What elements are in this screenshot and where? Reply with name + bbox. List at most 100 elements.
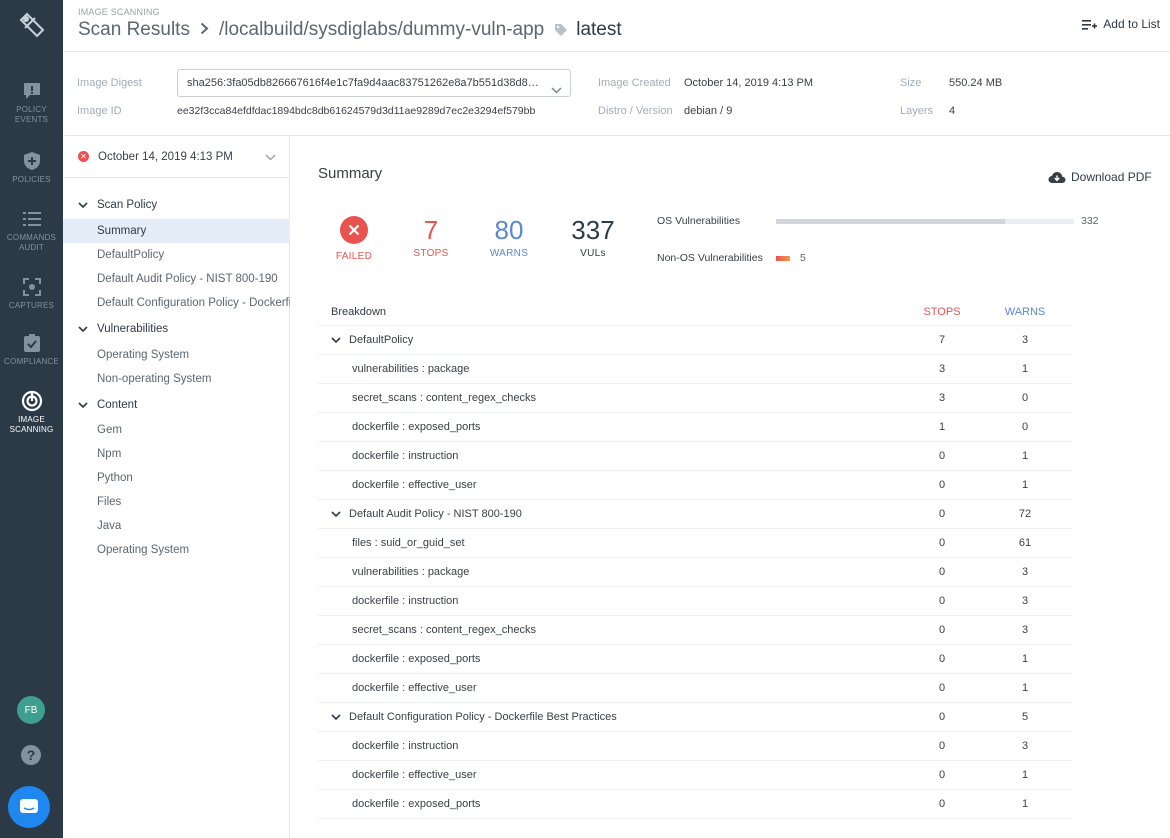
stops-cell: 0 [938,479,946,491]
stops-cell: 0 [938,682,946,694]
tree-item-config-policy[interactable]: Default Configuration Policy - Dockerfil… [63,291,290,315]
distro-version-value: debian / 9 [684,105,733,117]
vuls-label: VULs [580,248,606,259]
nav-policies[interactable]: POLICIES [0,150,63,185]
download-pdf-label: Download PDF [1071,170,1152,184]
stops-cell: 0 [938,537,946,549]
tree-group-scan-policy[interactable]: Scan Policy [63,194,290,216]
policy-group-name: Default Configuration Policy - Dockerfil… [331,711,617,723]
tag-icon [554,23,568,37]
warns-cell: 1 [1021,798,1029,810]
chat-icon[interactable] [8,786,50,828]
chevron-down-icon [78,401,88,409]
tree-item-gem[interactable]: Gem [63,418,290,442]
image-digest-select[interactable]: sha256:3fa05db826667616f4e1c7fa9d4aac837… [177,69,571,97]
tree-item-java[interactable]: Java [63,514,290,538]
sysdig-logo-icon[interactable] [0,0,63,50]
rule-name: secret_scans : content_regex_checks [352,392,537,404]
table-row: dockerfile : instruction 0 1 [318,442,1073,471]
stops-cell: 0 [938,508,946,520]
nav-captures[interactable]: CAPTURES [0,276,63,311]
warns-cell: 3 [1021,566,1029,578]
breadcrumb-scan-results[interactable]: Scan Results [78,19,190,41]
chevron-down-icon [331,336,341,344]
cloud-download-icon [1048,171,1066,183]
tree-item-files[interactable]: Files [63,490,290,514]
failed-x-icon [340,216,368,244]
policy-group-label: DefaultPolicy [349,334,414,346]
scan-status: FAILED [329,216,379,262]
stops-count: 7 [423,215,439,245]
breakdown-column-name: Breakdown [331,305,387,318]
image-scanning-icon [21,390,43,412]
table-row: vulnerabilities : package 0 3 [318,558,1073,587]
image-metadata: Image Digest sha256:3fa05db826667616f4e1… [63,52,1170,136]
warns-cell: 1 [1021,682,1029,694]
table-row: dockerfile : exposed_ports 0 1 [318,645,1073,674]
warns-cell: 3 [1021,740,1029,752]
nav-label: POLICY EVENTS [14,105,49,124]
tree-group-label: Content [97,399,138,411]
stops-cell: 0 [938,740,946,752]
image-digest-value: sha256:3fa05db826667616f4e1c7fa9d4aac837… [187,77,550,89]
rule-name: dockerfile : instruction [352,595,459,607]
avatar[interactable]: FB [17,696,45,724]
os-vulnerabilities-label: OS Vulnerabilities [657,215,741,227]
layers-value: 4 [949,105,956,117]
add-to-list-icon [1082,19,1098,30]
warns-count: 80 [494,215,524,245]
nav-policy-events[interactable]: POLICY EVENTS [0,80,63,125]
tree-item-defaultpolicy[interactable]: DefaultPolicy [63,243,290,267]
policy-group-row[interactable]: Default Audit Policy - NIST 800-190 0 72 [318,500,1073,529]
nav-label: COMMANDS AUDIT [6,233,57,252]
download-pdf-button[interactable]: Download PDF [1048,170,1152,184]
nav-image-scanning[interactable]: IMAGE SCANNING [0,390,63,435]
size-label: Size [900,77,922,89]
help-icon[interactable]: ? [21,745,41,765]
tree-item-summary[interactable]: Summary [63,219,290,243]
rule-name: dockerfile : exposed_ports [352,653,481,665]
tree-group-content[interactable]: Content [63,394,290,416]
policy-group-name: Default Audit Policy - NIST 800-190 [331,508,522,520]
tree-group-vulnerabilities[interactable]: Vulnerabilities [63,318,290,340]
tree-item-audit-policy[interactable]: Default Audit Policy - NIST 800-190 [63,267,290,291]
stops-cell: 7 [938,334,946,346]
warns-cell: 0 [1021,421,1029,433]
table-row: dockerfile : exposed_ports 1 0 [318,413,1073,442]
tree-group-label: Vulnerabilities [97,323,169,335]
warns-cell: 1 [1021,450,1029,462]
warns-cell: 1 [1021,653,1029,665]
policy-group-row[interactable]: Default Configuration Policy - Dockerfil… [318,703,1073,732]
chevron-down-icon [331,713,341,721]
distro-version-label: Distro / Version [598,105,673,117]
breakdown-column-stops: STOPS [923,305,961,318]
os-vulnerabilities-bar [776,219,1074,224]
layers-label: Layers [900,105,934,117]
rule-name: dockerfile : instruction [352,450,459,462]
tree-item-non-operating-system[interactable]: Non-operating System [63,367,290,391]
warns-label: WARNS [489,248,529,259]
warns-cell: 72 [1018,508,1032,520]
stops-cell: 0 [938,566,946,578]
vuls-count: 337 [571,215,615,245]
stops-stat: 7 STOPS [406,216,456,259]
left-nav: POLICY EVENTS POLICIES COMMANDS AUDIT CA… [0,0,63,838]
breadcrumb: Scan Results /localbuild/sysdiglabs/dumm… [78,19,622,41]
rule-name: dockerfile : effective_user [352,682,477,694]
add-to-list-button[interactable]: Add to List [1082,17,1160,31]
tree-item-operating-system[interactable]: Operating System [63,343,290,367]
failed-status-icon: ✕ [78,151,89,162]
policies-icon [21,150,43,172]
tree-item-python[interactable]: Python [63,466,290,490]
scan-date-select[interactable]: ✕ October 14, 2019 4:13 PM [63,136,290,178]
nav-commands-audit[interactable]: COMMANDS AUDIT [0,208,63,253]
section-eyebrow: IMAGE SCANNING [78,7,160,17]
chevron-down-icon [551,78,562,96]
rule-name: secret_scans : content_regex_checks [352,624,537,636]
tree-item-npm[interactable]: Npm [63,442,290,466]
tree-item-content-operating-system[interactable]: Operating System [63,538,290,562]
nav-compliance[interactable]: COMPLIANCE [0,332,63,367]
stops-cell: 0 [938,769,946,781]
breakdown-header-row: Breakdown STOPS WARNS [318,298,1073,326]
policy-group-row[interactable]: DefaultPolicy 7 3 [318,326,1073,355]
